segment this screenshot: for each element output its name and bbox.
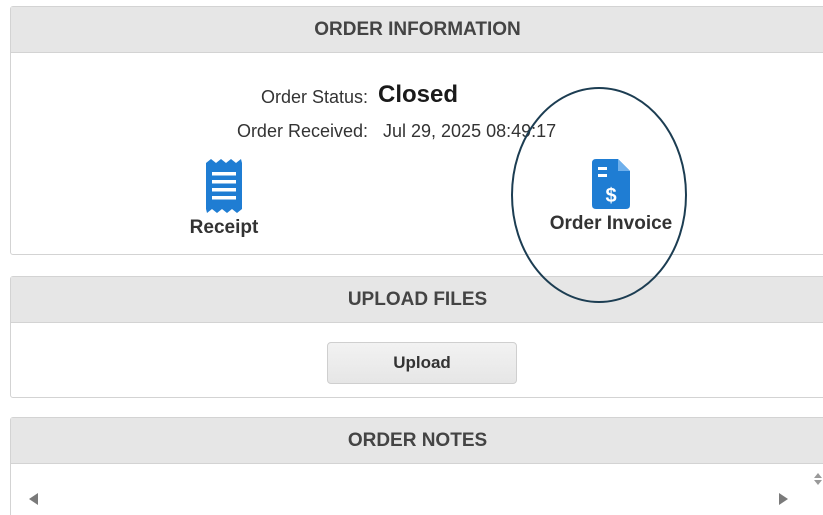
order-status-label: Order Status: (260, 87, 368, 107)
order-notes-header: ORDER NOTES (11, 418, 823, 464)
order-invoice-link[interactable]: $ Order Invoice (531, 159, 691, 235)
order-status-row: Order Status: Closed (11, 81, 823, 111)
upload-button[interactable]: Upload (327, 342, 517, 384)
upload-files-panel: UPLOAD FILES Upload (10, 276, 823, 398)
receipt-label: Receipt (189, 217, 259, 238)
order-notes-panel: ORDER NOTES (10, 417, 823, 515)
order-notes-scroll-area[interactable] (11, 473, 823, 513)
scroll-right-arrow-icon[interactable] (779, 493, 788, 505)
order-status-value: Closed (378, 81, 459, 108)
order-invoice-label: Order Invoice (549, 213, 673, 234)
order-received-label: Order Received: (236, 121, 368, 141)
svg-text:$: $ (605, 185, 616, 207)
invoice-dollar-icon: $ (592, 159, 630, 209)
scroll-up-down-icon[interactable] (813, 473, 823, 487)
order-received-row: Order Received: Jul 29, 2025 08:49:17 (11, 121, 823, 145)
order-page: ORDER INFORMATION Order Status: Closed O… (0, 0, 823, 515)
order-information-header: ORDER INFORMATION (11, 7, 823, 53)
order-received-value: Jul 29, 2025 08:49:17 (383, 121, 557, 141)
order-information-panel: ORDER INFORMATION Order Status: Closed O… (10, 6, 823, 255)
receipt-icon (206, 159, 242, 213)
receipt-link[interactable]: Receipt (174, 159, 274, 239)
upload-files-header: UPLOAD FILES (11, 277, 823, 323)
scroll-left-arrow-icon[interactable] (29, 493, 38, 505)
